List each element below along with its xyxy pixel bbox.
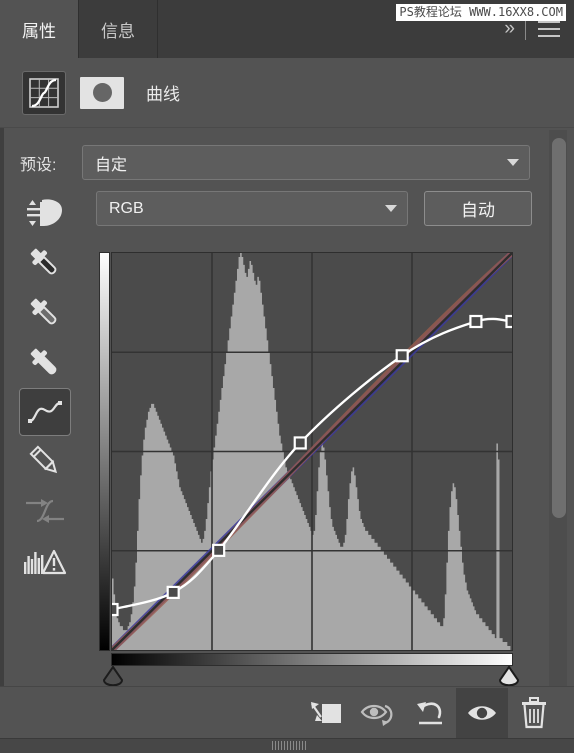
preset-value: 自定 — [95, 156, 128, 174]
preset-select[interactable]: 自定 — [82, 145, 530, 180]
curve-control-point-2 — [212, 543, 226, 557]
input-gradient-strip — [111, 653, 513, 666]
pencil-draw-tool[interactable] — [14, 436, 76, 486]
channel-value: RGB — [109, 199, 144, 217]
curve-plot-svg[interactable] — [112, 253, 512, 650]
panel-resize-grip[interactable] — [272, 741, 308, 750]
curve-control-point-5 — [469, 314, 483, 329]
curves-adjustment-icon[interactable] — [22, 70, 66, 115]
chevron-down-icon — [385, 205, 397, 212]
black-point-eyedropper[interactable] — [14, 238, 76, 288]
smooth-curve-tool[interactable] — [14, 486, 76, 536]
tab-info-label: 信息 — [101, 21, 135, 41]
preset-label: 预设: — [20, 156, 57, 174]
panel-bottom-toolbar — [0, 686, 574, 738]
curve-control-point-1 — [166, 585, 180, 599]
white-point-eyedropper[interactable] — [14, 338, 76, 388]
page-title: 曲线 — [146, 85, 180, 104]
tab-properties[interactable]: 属性 — [0, 0, 79, 58]
delete-layer-button[interactable] — [508, 688, 560, 738]
toggle-previous-state-button[interactable] — [352, 688, 404, 738]
channel-row: RGB 自动 — [96, 191, 532, 226]
chevron-down-icon — [507, 159, 519, 166]
panel-left-edge — [0, 128, 4, 686]
curve-control-point-4 — [395, 349, 409, 363]
curve-control-point-0 — [112, 602, 119, 617]
auto-button[interactable]: 自动 — [424, 191, 532, 226]
mask-dot-shape — [92, 83, 112, 102]
curves-tool-column — [14, 188, 80, 586]
panel-scrollbar-thumb[interactable] — [552, 138, 566, 518]
tab-info[interactable]: 信息 — [79, 0, 158, 58]
reset-button[interactable] — [404, 688, 456, 738]
curve-control-point-3 — [293, 436, 307, 450]
watermark-text: PS教程论坛 WWW.16XX8.COM — [396, 4, 566, 21]
histogram-warning-icon[interactable] — [14, 536, 76, 586]
gray-point-eyedropper[interactable] — [14, 288, 76, 338]
curve-point-tool[interactable] — [19, 388, 71, 436]
tab-properties-label: 属性 — [22, 21, 56, 41]
channel-select[interactable]: RGB — [96, 191, 408, 226]
on-image-adjust-tool[interactable] — [14, 188, 76, 238]
properties-panel-body: 预设: 自定 RGB 自动 — [0, 128, 574, 687]
collapse-panel-icon[interactable]: » — [504, 18, 514, 40]
curve-plot-area[interactable] — [111, 252, 513, 651]
clip-to-layer-button[interactable] — [300, 688, 352, 738]
layer-mask-thumbnail[interactable] — [80, 76, 124, 109]
output-gradient-strip — [99, 252, 110, 651]
tab-bar-divider — [525, 18, 526, 40]
toggle-visibility-button[interactable] — [456, 687, 508, 738]
auto-button-label: 自动 — [461, 201, 495, 220]
curve-control-point-6 — [505, 314, 512, 329]
panel-menu-icon[interactable] — [538, 21, 560, 37]
adjustment-layer-header: 曲线 — [0, 58, 574, 128]
preset-row: 预设: 自定 — [20, 145, 530, 180]
